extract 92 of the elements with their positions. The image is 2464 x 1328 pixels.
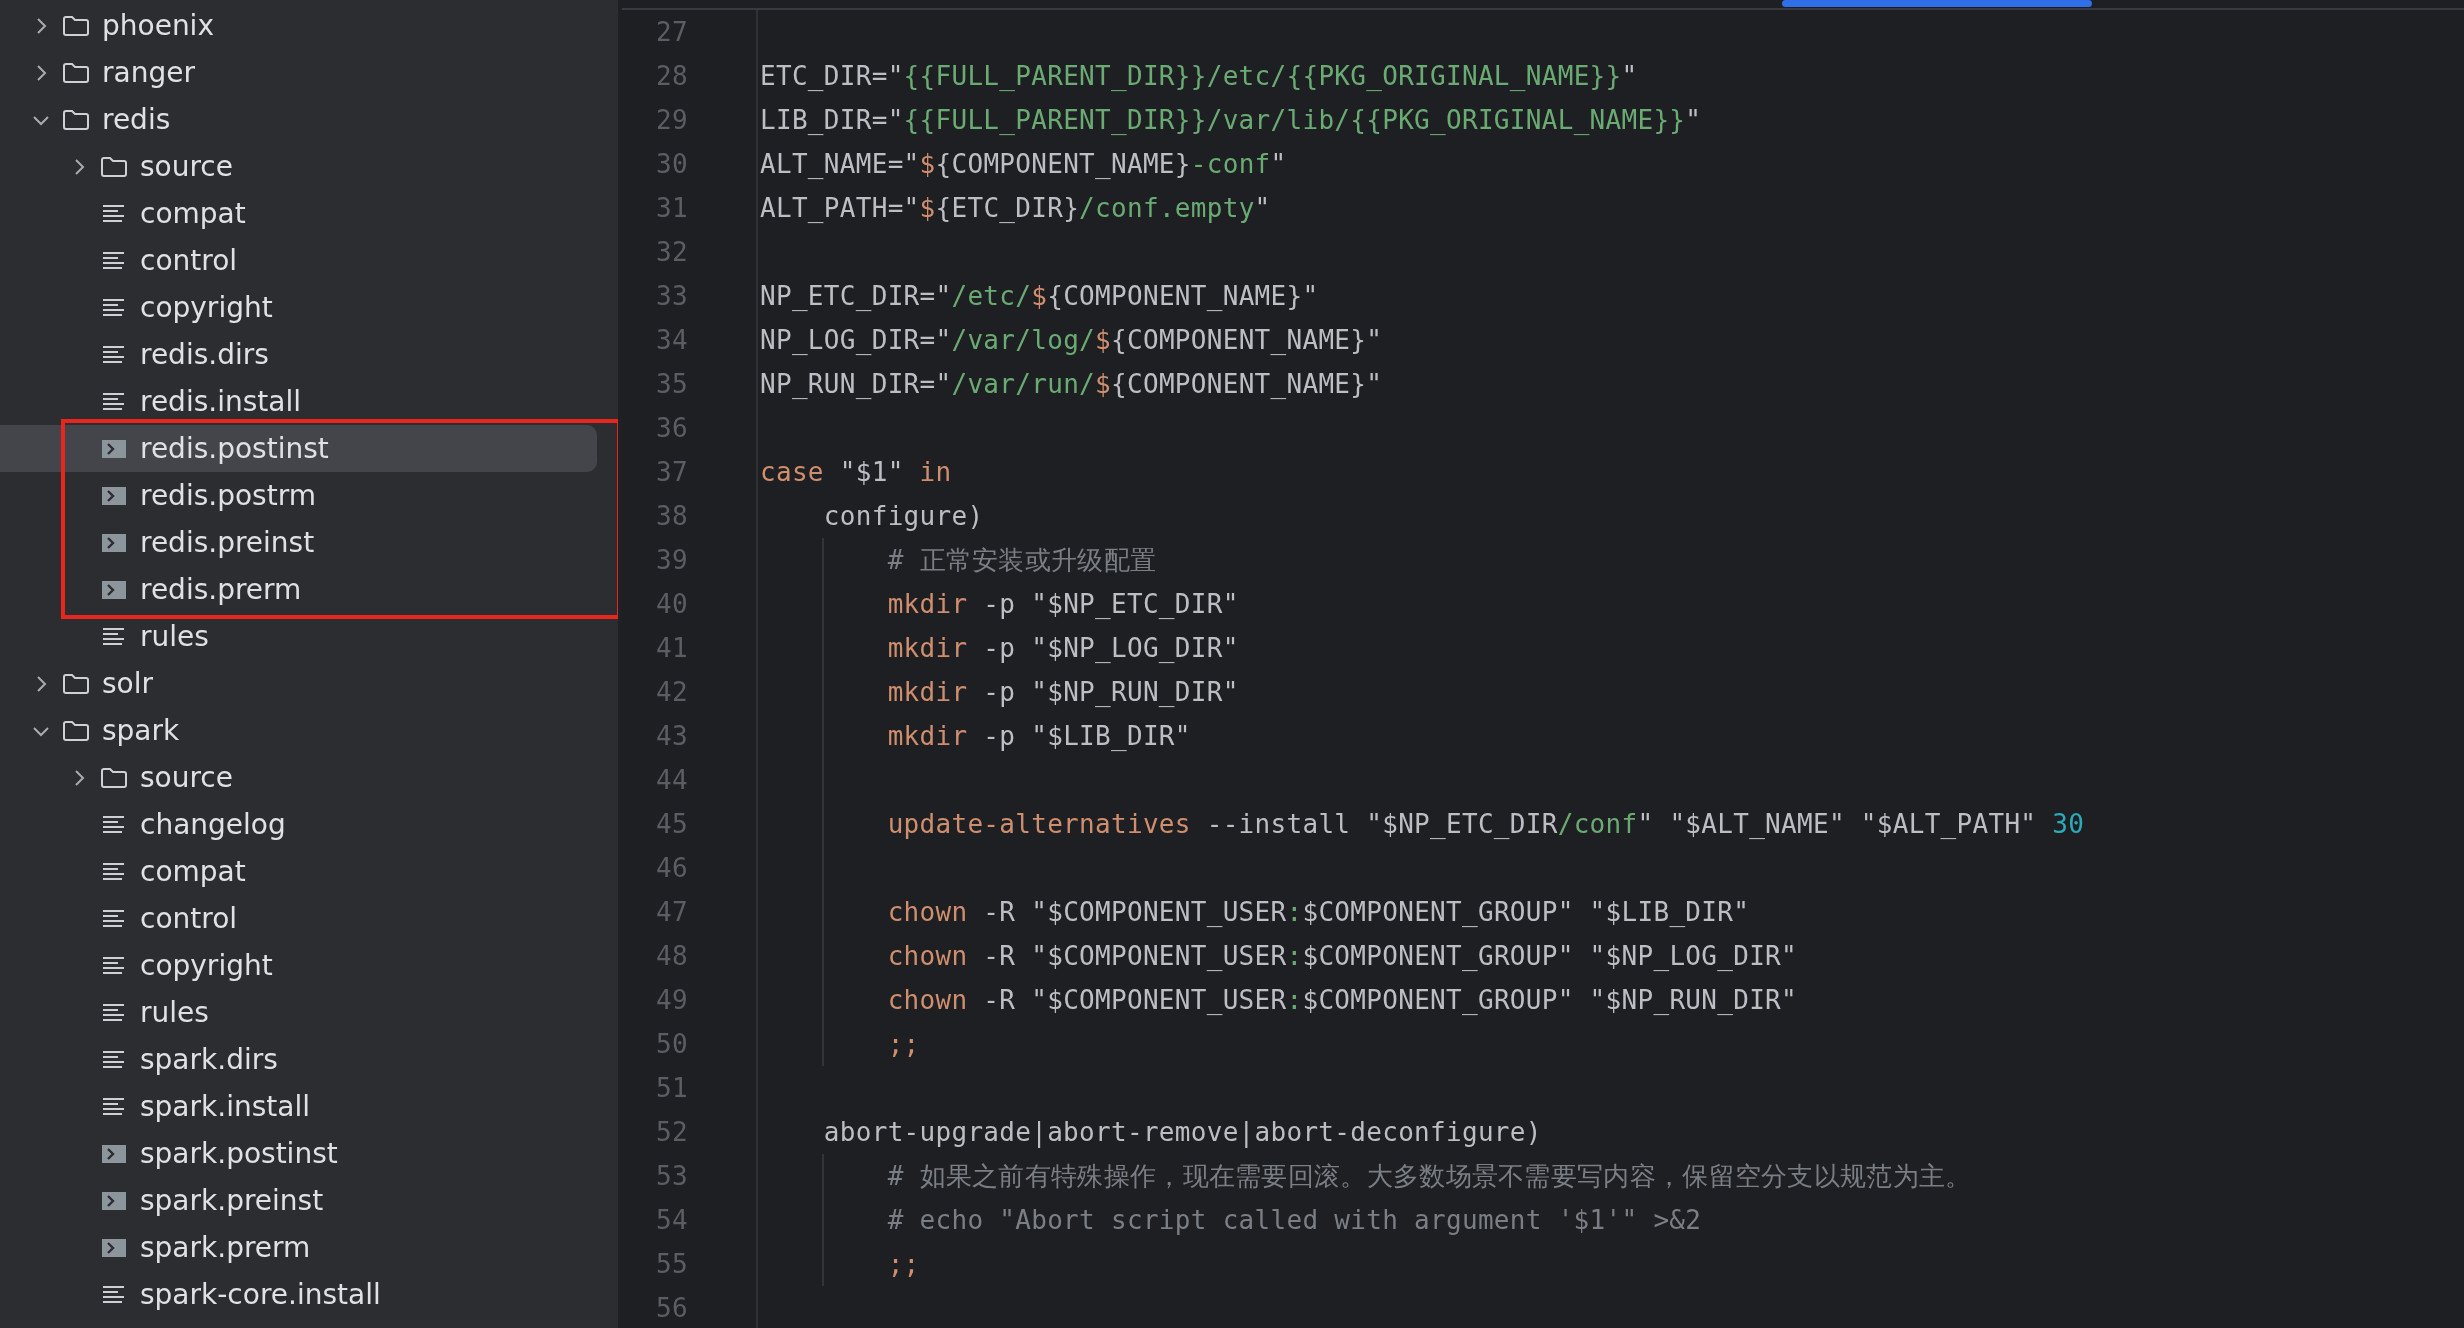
tree-item[interactable]: solr: [0, 660, 597, 707]
tree-item[interactable]: redis.dirs: [0, 331, 597, 378]
folder-icon: [100, 155, 128, 178]
code-line: ;;: [886, 1249, 920, 1279]
code-line: mkdir -p "$NP_LOG_DIR": [886, 633, 1239, 663]
tree-item[interactable]: copyright: [0, 942, 597, 989]
tree-item[interactable]: source: [0, 143, 597, 190]
terminal-file-icon: [100, 1189, 128, 1212]
code-line: NP_ETC_DIR="/etc/${COMPONENT_NAME}": [760, 281, 1319, 311]
tree-item[interactable]: phoenix: [0, 2, 597, 49]
tree-item[interactable]: spark.preinst: [0, 1177, 597, 1224]
line-number: 31: [655, 193, 688, 223]
code-line: configure): [822, 501, 984, 531]
tree-item[interactable]: rules: [0, 989, 597, 1036]
tree-item[interactable]: spark.prerm: [0, 1224, 597, 1271]
line-number: 28: [655, 61, 688, 91]
code-line: ;;: [886, 1029, 920, 1059]
code-line: # 正常安装或升级配置: [886, 543, 1157, 577]
tree-item[interactable]: spark: [0, 707, 597, 754]
line-number: 32: [655, 237, 688, 267]
code-line: chown -R "$COMPONENT_USER:$COMPONENT_GROUP" "$LIB_DIR": [886, 897, 1750, 927]
line-number: 37: [655, 457, 688, 487]
terminal-file-icon: [100, 484, 128, 507]
code-line: LIB_DIR="{{FULL_PARENT_DIR}}/var/lib/{{PKG_ORIGINAL_NAME}}": [760, 105, 1702, 135]
folder-icon: [62, 672, 90, 695]
terminal-file-icon: [100, 1142, 128, 1165]
line-number: 53: [655, 1161, 688, 1191]
line-number: 45: [655, 809, 688, 839]
line-number: 36: [655, 413, 688, 443]
line-number: 52: [655, 1117, 688, 1147]
line-number: 50: [655, 1029, 688, 1059]
code-line: mkdir -p "$LIB_DIR": [886, 721, 1191, 751]
scrollbar-thumb[interactable]: [1782, 0, 2092, 7]
line-number: 54: [655, 1205, 688, 1235]
tree-item[interactable]: compat: [0, 190, 597, 237]
line-number: 49: [655, 985, 688, 1015]
tree-item[interactable]: source: [0, 754, 597, 801]
terminal-file-icon: [100, 531, 128, 554]
code-line: chown -R "$COMPONENT_USER:$COMPONENT_GROUP" "$NP_LOG_DIR": [886, 941, 1797, 971]
code-line: mkdir -p "$NP_RUN_DIR": [886, 677, 1239, 707]
line-number: 42: [655, 677, 688, 707]
line-number: 40: [655, 589, 688, 619]
folder-icon: [62, 61, 90, 84]
terminal-file-icon: [100, 578, 128, 601]
line-number: 41: [655, 633, 688, 663]
line-number: 30: [655, 149, 688, 179]
line-number: 48: [655, 941, 688, 971]
tree-item[interactable]: spark.dirs: [0, 1036, 597, 1083]
folder-icon: [100, 766, 128, 789]
tree-item[interactable]: redis: [0, 96, 597, 143]
tree-item[interactable]: spark-core.install: [0, 1271, 597, 1318]
line-number: 43: [655, 721, 688, 751]
code-line: NP_LOG_DIR="/var/log/${COMPONENT_NAME}": [760, 325, 1383, 355]
terminal-file-icon: [100, 437, 128, 460]
tree-item[interactable]: compat: [0, 848, 597, 895]
line-number: 55: [655, 1249, 688, 1279]
code-line: mkdir -p "$NP_ETC_DIR": [886, 589, 1239, 619]
line-number: 44: [655, 765, 688, 795]
folder-icon: [62, 719, 90, 742]
tree-item[interactable]: ranger: [0, 49, 597, 96]
line-number: 51: [655, 1073, 688, 1103]
tree-item[interactable]: redis.install: [0, 378, 597, 425]
line-number: 34: [655, 325, 688, 355]
code-line: ALT_PATH="${ETC_DIR}/conf.empty": [760, 193, 1271, 223]
line-number: 35: [655, 369, 688, 399]
code-line: case "$1" in: [760, 457, 952, 487]
line-number: 29: [655, 105, 688, 135]
tree-item[interactable]: rules: [0, 613, 597, 660]
tree-item[interactable]: changelog: [0, 801, 597, 848]
line-number: 38: [655, 501, 688, 531]
line-number: 56: [655, 1293, 688, 1323]
tree-item[interactable]: control: [0, 237, 597, 284]
code-line: NP_RUN_DIR="/var/run/${COMPONENT_NAME}": [760, 369, 1383, 399]
code-line: ALT_NAME="${COMPONENT_NAME}-conf": [760, 149, 1287, 179]
tree-item[interactable]: copyright: [0, 284, 597, 331]
code-line: # 如果之前有特殊操作，现在需要回滚。大多数场景不需要写内容，保留空分支以规范为主。: [886, 1159, 1972, 1193]
code-line: ETC_DIR="{{FULL_PARENT_DIR}}/etc/{{PKG_ORIGINAL_NAME}}": [760, 61, 1638, 91]
tree-item[interactable]: spark.install: [0, 1083, 597, 1130]
folder-icon: [62, 108, 90, 131]
line-number: 46: [655, 853, 688, 883]
code-line: # echo "Abort script called with argument '$1'" >&2: [886, 1205, 1702, 1235]
line-number: 33: [655, 281, 688, 311]
folder-icon: [62, 14, 90, 37]
code-line: abort-upgrade|abort-remove|abort-deconfigure): [822, 1117, 1542, 1147]
tree-item[interactable]: spark.postinst: [0, 1130, 597, 1177]
line-number: 47: [655, 897, 688, 927]
terminal-file-icon: [100, 1236, 128, 1259]
code-line: update-alternatives --install "$NP_ETC_DIR/conf" "$ALT_NAME" "$ALT_PATH" 30: [886, 809, 2085, 839]
code-line: chown -R "$COMPONENT_USER:$COMPONENT_GROUP" "$NP_RUN_DIR": [886, 985, 1797, 1015]
line-number: 39: [655, 545, 688, 575]
line-number: 27: [655, 17, 688, 47]
tree-item[interactable]: control: [0, 895, 597, 942]
